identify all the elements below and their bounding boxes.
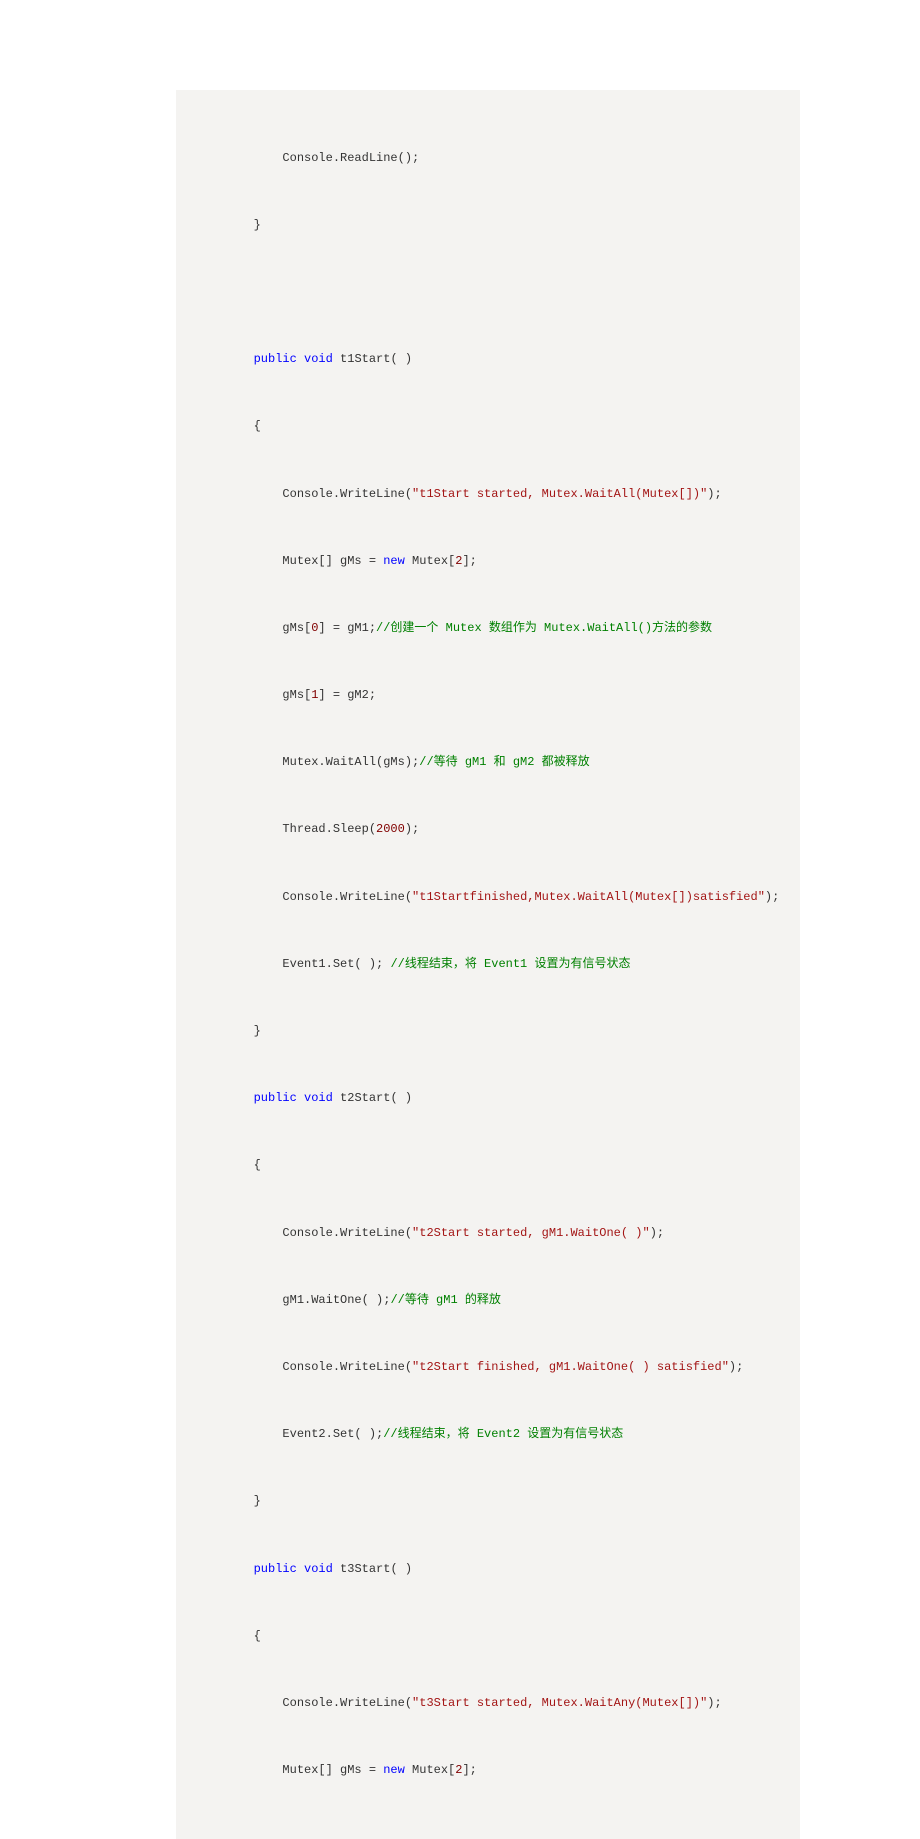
- code-text: }: [196, 1494, 261, 1508]
- code-text: );: [405, 822, 419, 836]
- code-text: ] = gM2;: [318, 688, 376, 702]
- code-text: Mutex[] gMs =: [196, 1763, 383, 1777]
- code-text: );: [765, 890, 779, 904]
- string-literal: "t2Start finished, gM1.WaitOne( ) satisf…: [412, 1360, 729, 1374]
- code-line: }: [176, 1485, 800, 1519]
- code-line: Console.WriteLine("t1Start started, Mute…: [176, 478, 800, 512]
- code-line: Event2.Set( );//线程结束，将 Event2 设置为有信号状态: [176, 1418, 800, 1452]
- code-text: Mutex.WaitAll(gMs);: [196, 755, 419, 769]
- code-text: );: [650, 1226, 664, 1240]
- code-line: Console.WriteLine("t2Start finished, gM1…: [176, 1351, 800, 1385]
- code-line: Console.ReadLine();: [176, 142, 800, 176]
- keyword: public: [254, 1562, 297, 1576]
- keyword: public: [254, 352, 297, 366]
- code-line: Mutex.WaitAll(gMs);//等待 gM1 和 gM2 都被释放: [176, 746, 800, 780]
- code-line: public void t2Start( ): [176, 1082, 800, 1116]
- code-line: Thread.Sleep(2000);: [176, 813, 800, 847]
- string-literal: "t2Start started, gM1.WaitOne( )": [412, 1226, 650, 1240]
- code-line: {: [176, 410, 800, 444]
- string-literal: "t1Startfinished,Mutex.WaitAll(Mutex[])s…: [412, 890, 765, 904]
- code-line: gM1.WaitOne( );//等待 gM1 的释放: [176, 1284, 800, 1318]
- code-text: t3Start( ): [333, 1562, 412, 1576]
- code-text: );: [729, 1360, 743, 1374]
- code-line: Console.WriteLine("t3Start started, Mute…: [176, 1687, 800, 1721]
- comment: //线程结束，将 Event2 设置为有信号状态: [383, 1427, 623, 1441]
- string-literal: "t1Start started, Mutex.WaitAll(Mutex[])…: [412, 487, 707, 501]
- keyword: new: [383, 554, 405, 568]
- code-text: Thread.Sleep(: [196, 822, 376, 836]
- code-line: public void t1Start( ): [176, 343, 800, 377]
- blank-line: [176, 276, 800, 310]
- code-line: {: [176, 1620, 800, 1654]
- code-text: Mutex[: [405, 1763, 455, 1777]
- comment: //等待 gM1 的释放: [390, 1293, 500, 1307]
- string-literal: "t3Start started, Mutex.WaitAny(Mutex[])…: [412, 1696, 707, 1710]
- code-text: Console.WriteLine(: [196, 890, 412, 904]
- comment: //线程结束，将 Event1 设置为有信号状态: [390, 957, 630, 971]
- keyword: public: [254, 1091, 297, 1105]
- code-text: Event1.Set( );: [196, 957, 390, 971]
- code-block: Console.ReadLine(); } public void t1Star…: [176, 90, 800, 1839]
- code-text: Console.ReadLine();: [196, 151, 419, 165]
- code-line: }: [176, 1015, 800, 1049]
- code-text: ];: [462, 1763, 476, 1777]
- code-text: Mutex[: [405, 554, 455, 568]
- number-literal: 2: [455, 1763, 462, 1777]
- code-line: Mutex[] gMs = new Mutex[2];: [176, 545, 800, 579]
- code-text: gMs[: [196, 688, 311, 702]
- code-line: Mutex[] gMs = new Mutex[2];: [176, 1754, 800, 1788]
- code-text: gM1.WaitOne( );: [196, 1293, 390, 1307]
- code-line: Console.WriteLine("t1Startfinished,Mutex…: [176, 881, 800, 915]
- code-line: gMs[0] = gM1;//创建一个 Mutex 数组作为 Mutex.Wai…: [176, 612, 800, 646]
- code-text: t2Start( ): [333, 1091, 412, 1105]
- comment: //创建一个 Mutex 数组作为 Mutex.WaitAll()方法的参数: [376, 621, 712, 635]
- code-text: }: [196, 218, 261, 232]
- code-text: ] = gM1;: [318, 621, 376, 635]
- code-text: gMs[: [196, 621, 311, 635]
- keyword: void: [304, 1091, 333, 1105]
- code-line: {: [176, 1149, 800, 1183]
- code-text: Console.WriteLine(: [196, 1226, 412, 1240]
- code-text: Mutex[] gMs =: [196, 554, 383, 568]
- code-text: Console.WriteLine(: [196, 1360, 412, 1374]
- code-text: );: [707, 487, 721, 501]
- code-text: );: [707, 1696, 721, 1710]
- code-text: Event2.Set( );: [196, 1427, 383, 1441]
- code-text: Console.WriteLine(: [196, 487, 412, 501]
- code-text: Console.WriteLine(: [196, 1696, 412, 1710]
- code-text: ];: [462, 554, 476, 568]
- number-literal: 2000: [376, 822, 405, 836]
- code-text: {: [196, 419, 261, 433]
- code-line: public void t3Start( ): [176, 1553, 800, 1587]
- keyword: void: [304, 1562, 333, 1576]
- keyword: new: [383, 1763, 405, 1777]
- code-line: Console.WriteLine("t2Start started, gM1.…: [176, 1217, 800, 1251]
- comment: //等待 gM1 和 gM2 都被释放: [419, 755, 589, 769]
- code-line: }: [176, 209, 800, 243]
- keyword: void: [304, 352, 333, 366]
- code-text: t1Start( ): [333, 352, 412, 366]
- code-line: Event1.Set( ); //线程结束，将 Event1 设置为有信号状态: [176, 948, 800, 982]
- code-line: gMs[1] = gM2;: [176, 679, 800, 713]
- code-text: {: [196, 1629, 261, 1643]
- code-text: }: [196, 1024, 261, 1038]
- code-text: {: [196, 1158, 261, 1172]
